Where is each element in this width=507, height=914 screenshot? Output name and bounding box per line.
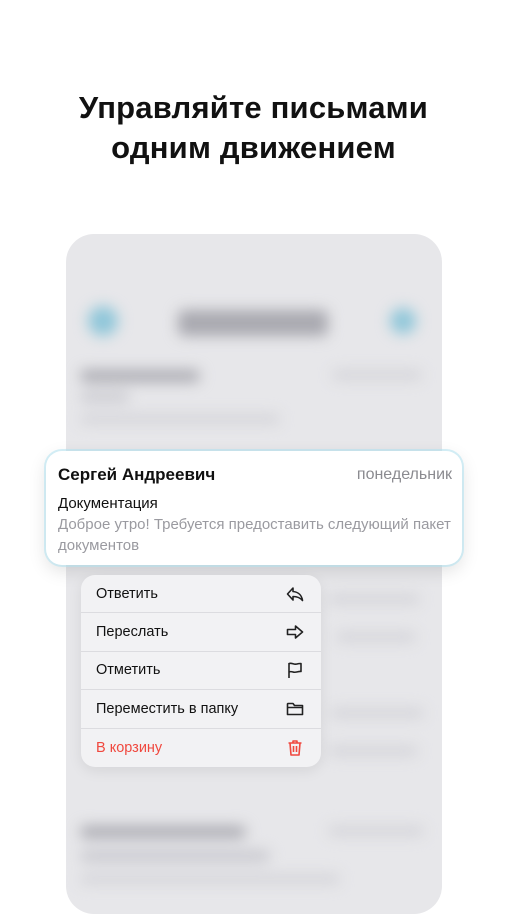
- menu-item-move-to-folder[interactable]: Переместить в папку: [81, 690, 321, 729]
- headline-line-2: одним движением: [111, 130, 396, 165]
- folder-icon: [285, 699, 305, 719]
- email-preview-card[interactable]: Сергей Андреевич понедельник Документаци…: [46, 451, 462, 565]
- promo-headline: Управляйте письмами одним движением: [0, 88, 507, 168]
- menu-item-delete[interactable]: В корзину: [81, 729, 321, 767]
- menu-item-label: В корзину: [96, 739, 163, 756]
- menu-item-forward[interactable]: Переслать: [81, 613, 321, 652]
- phone-mockup: [66, 234, 442, 914]
- menu-item-flag[interactable]: Отметить: [81, 652, 321, 691]
- reply-icon: [285, 584, 305, 604]
- headline-line-1: Управляйте письмами: [78, 90, 429, 125]
- menu-item-label: Переместить в папку: [96, 700, 239, 717]
- menu-item-label: Переслать: [96, 624, 169, 641]
- email-date: понедельник: [356, 466, 452, 483]
- email-sender: Сергей Андреевич: [58, 465, 216, 484]
- menu-item-label: Ответить: [96, 585, 158, 602]
- blurred-inbox-background: [66, 234, 442, 914]
- forward-icon: [285, 622, 305, 642]
- trash-icon: [285, 738, 305, 758]
- email-preview-text: Доброе утро! Требуется предоставить след…: [58, 516, 451, 554]
- menu-item-reply[interactable]: Ответить: [81, 575, 321, 614]
- email-subject: Документация: [58, 495, 158, 512]
- menu-item-label: Отметить: [96, 662, 161, 679]
- context-menu: Ответить Переслать Отметить Переместить …: [81, 575, 321, 767]
- flag-icon: [285, 660, 305, 680]
